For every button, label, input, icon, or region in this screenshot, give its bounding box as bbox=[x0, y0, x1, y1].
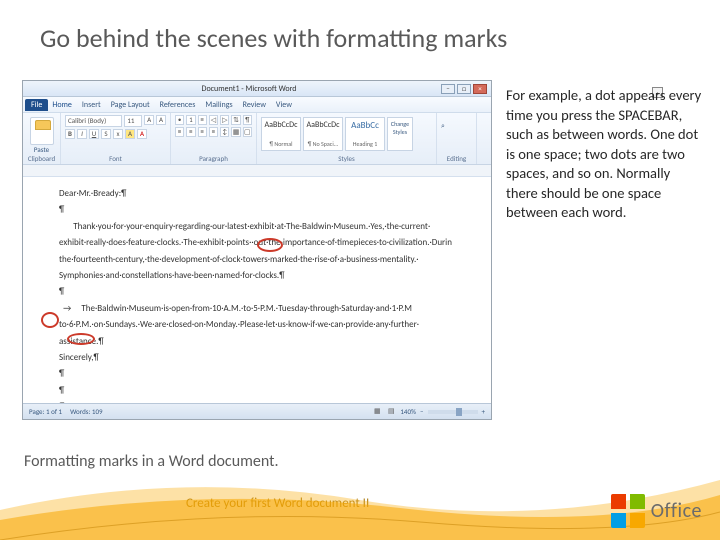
group-editing-label: Editing bbox=[441, 154, 472, 164]
shrink-font-button[interactable]: A bbox=[156, 115, 166, 125]
group-styles-label: Styles bbox=[261, 154, 432, 164]
slide-footer: Create your first Word document II bbox=[186, 496, 369, 511]
ruler bbox=[23, 165, 491, 177]
strike-button[interactable]: S bbox=[101, 129, 111, 139]
doc-line: assistance.¶ bbox=[59, 335, 471, 349]
zoom-level: 140% bbox=[400, 407, 416, 416]
doc-line: ¶ bbox=[59, 367, 471, 381]
decrease-indent-button[interactable]: ◁ bbox=[209, 115, 218, 125]
underline-button[interactable]: U bbox=[89, 129, 99, 139]
slide: Go behind the scenes with formatting mar… bbox=[0, 0, 720, 540]
tab-review[interactable]: Review bbox=[243, 100, 266, 110]
view-web-icon[interactable]: ▤ bbox=[386, 407, 396, 417]
italic-button[interactable]: I bbox=[77, 129, 87, 139]
increase-indent-button[interactable]: ▷ bbox=[220, 115, 229, 125]
minimize-button[interactable]: – bbox=[441, 84, 455, 94]
style-no-spacing[interactable]: AaBbCcDc¶ No Spaci... bbox=[303, 117, 343, 151]
change-styles-button[interactable]: Change Styles bbox=[387, 117, 413, 151]
align-right-button[interactable]: ≡ bbox=[198, 127, 207, 137]
doc-line: → The·Baldwin·Museum·is·open·from·10·A.M… bbox=[59, 302, 471, 316]
status-words: Words: 109 bbox=[70, 407, 102, 416]
office-wordmark: Office bbox=[651, 499, 702, 523]
line-spacing-button[interactable]: ↕ bbox=[220, 127, 229, 137]
align-center-button[interactable]: ≡ bbox=[186, 127, 195, 137]
group-clipboard-label: Clipboard bbox=[27, 154, 56, 164]
zoom-slider[interactable] bbox=[428, 410, 478, 414]
doc-line: ¶ bbox=[59, 400, 471, 403]
group-paragraph-label: Paragraph bbox=[175, 154, 252, 164]
doc-line: to·6·P.M.·on·Sundays.·We·are·closed·on·M… bbox=[59, 318, 471, 332]
subscript-button[interactable]: x bbox=[113, 129, 123, 139]
style-heading1[interactable]: AaBbCcHeading 1 bbox=[345, 117, 385, 151]
annotation-oval-tab-arrow bbox=[67, 333, 95, 345]
tab-insert[interactable]: Insert bbox=[82, 100, 101, 110]
font-name-select[interactable]: Calibri (Body) bbox=[65, 115, 122, 127]
body-paragraph: For example, a dot appears every time yo… bbox=[506, 86, 702, 223]
tab-view[interactable]: View bbox=[276, 100, 292, 110]
slide-caption: Formatting marks in a Word document. bbox=[24, 452, 279, 471]
word-screenshot: Document1 - Microsoft Word – □ × File Ho… bbox=[22, 80, 492, 420]
window-titlebar: Document1 - Microsoft Word – □ × bbox=[23, 81, 491, 97]
doc-line: ¶ bbox=[59, 285, 471, 299]
view-print-icon[interactable]: ▦ bbox=[372, 407, 382, 417]
doc-line: the·fourteenth·century,·the·development·… bbox=[59, 253, 471, 267]
doc-line: ¶ bbox=[59, 384, 471, 398]
zoom-out-button[interactable]: – bbox=[420, 407, 424, 416]
slide-title: Go behind the scenes with formatting mar… bbox=[40, 22, 507, 54]
font-color-button[interactable]: A bbox=[137, 129, 147, 139]
file-tab[interactable]: File bbox=[25, 99, 48, 111]
editing-button[interactable]: ⌕ bbox=[441, 115, 472, 131]
status-page: Page: 1 of 1 bbox=[29, 407, 62, 416]
show-marks-button[interactable]: ¶ bbox=[243, 115, 252, 125]
doc-line: Dear·Mr.·Bready:¶ bbox=[59, 187, 471, 201]
ribbon: Paste Clipboard Calibri (Body) 11 A A B … bbox=[23, 113, 491, 165]
borders-button[interactable]: ▢ bbox=[243, 127, 252, 137]
doc-line: ¶ bbox=[59, 203, 471, 217]
office-logo-icon bbox=[611, 494, 645, 528]
maximize-button[interactable]: □ bbox=[457, 84, 471, 94]
sort-button[interactable]: ⇅ bbox=[231, 115, 240, 125]
window-title: Document1 - Microsoft Word bbox=[202, 84, 297, 94]
doc-line: Thank·you·for·your·enquiry·regarding·our… bbox=[59, 220, 471, 234]
bold-button[interactable]: B bbox=[65, 129, 75, 139]
justify-button[interactable]: ≡ bbox=[209, 127, 218, 137]
doc-line: Symphonies·and·constellations·have·been·… bbox=[59, 269, 471, 283]
shading-button[interactable]: ▦ bbox=[231, 127, 240, 137]
document-canvas[interactable]: Dear·Mr.·Bready:¶ ¶ Thank·you·for·your·e… bbox=[23, 177, 491, 403]
status-bar: Page: 1 of 1 Words: 109 ▦ ▤ 140% – + bbox=[23, 403, 491, 419]
numbering-button[interactable]: 1 bbox=[186, 115, 195, 125]
tab-mailings[interactable]: Mailings bbox=[205, 100, 232, 110]
zoom-in-button[interactable]: + bbox=[482, 407, 486, 416]
style-normal[interactable]: AaBbCcDc¶ Normal bbox=[261, 117, 301, 151]
highlight-button[interactable]: A bbox=[125, 129, 135, 139]
align-left-button[interactable]: ≡ bbox=[175, 127, 184, 137]
ribbon-tabstrip: File Home Insert Page Layout References … bbox=[23, 97, 491, 113]
tab-references[interactable]: References bbox=[160, 100, 196, 110]
font-size-select[interactable]: 11 bbox=[124, 115, 142, 127]
tab-page-layout[interactable]: Page Layout bbox=[111, 100, 150, 110]
grow-font-button[interactable]: A bbox=[144, 115, 154, 125]
annotation-oval-double-space bbox=[257, 238, 283, 252]
bullets-button[interactable]: • bbox=[175, 115, 184, 125]
office-logo: Office bbox=[611, 494, 702, 528]
tab-home[interactable]: Home bbox=[52, 100, 72, 110]
annotation-oval-paragraph-mark bbox=[41, 312, 59, 328]
doc-line: Sincerely,¶ bbox=[59, 351, 471, 365]
multilevel-button[interactable]: ≡ bbox=[198, 115, 207, 125]
paste-button[interactable] bbox=[30, 117, 54, 145]
close-button[interactable]: × bbox=[473, 84, 487, 94]
group-font-label: Font bbox=[65, 154, 166, 164]
paste-label: Paste bbox=[27, 145, 56, 154]
